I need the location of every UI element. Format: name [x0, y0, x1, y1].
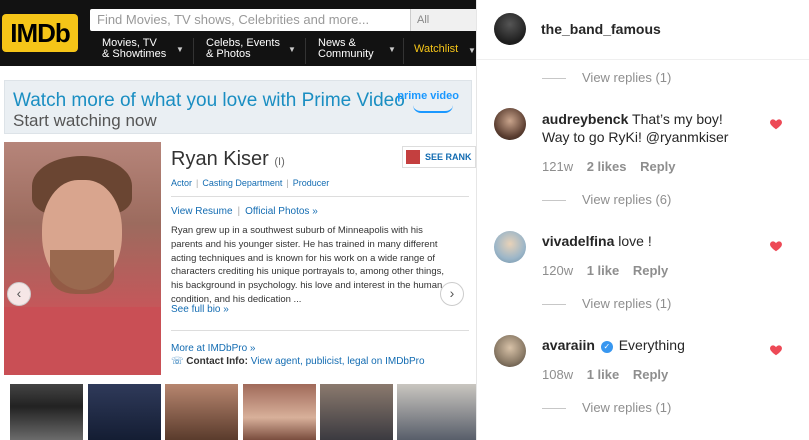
view-replies-button[interactable]: View replies (1) [542, 70, 671, 85]
person-name-text: Ryan Kiser [171, 148, 269, 170]
prime-video-logo: prime video [397, 90, 459, 102]
search-category-select[interactable]: All [410, 9, 476, 31]
see-full-bio-link[interactable]: See full bio » [171, 304, 229, 315]
view-resume-link[interactable]: View Resume [171, 206, 233, 217]
view-replies-label: View replies (1) [582, 70, 672, 85]
phone-icon: ☏ [171, 356, 184, 367]
avatar[interactable] [494, 13, 526, 45]
photo-thumbnail[interactable] [320, 384, 393, 440]
comment-likes-button[interactable]: 1 like [587, 367, 620, 382]
chevron-down-icon: ▼ [468, 46, 476, 55]
view-replies-label: View replies (1) [582, 400, 672, 415]
contact-info: ☏ Contact Info: View agent, publicist, l… [171, 356, 425, 367]
reply-line-divider [542, 200, 566, 202]
nav-celebs-events[interactable]: Celebs, Events & Photos ▼ [194, 38, 306, 64]
comment-text: That’s my boy! [632, 111, 723, 127]
reply-button[interactable]: Reply [640, 159, 675, 174]
view-replies-button[interactable]: View replies (6) [542, 192, 671, 207]
view-replies-label: View replies (1) [582, 296, 672, 311]
photo-thumbnail[interactable] [397, 384, 476, 440]
view-replies-button[interactable]: View replies (1) [542, 296, 671, 311]
photo-beard-shape [50, 250, 114, 294]
instagram-comments-panel: the_band_famous View replies (1) audreyb… [476, 0, 809, 440]
comment-meta: 108w 1 like Reply [542, 367, 668, 382]
divider [171, 196, 469, 197]
avatar[interactable] [494, 231, 526, 263]
carousel-prev-button[interactable]: ‹ [7, 282, 31, 306]
photo-thumbnail[interactable] [10, 384, 83, 440]
photo-shirt-shape [4, 307, 161, 375]
see-rank-label: SEE RANK [425, 152, 472, 162]
official-photos-link[interactable]: Official Photos » [245, 206, 318, 217]
prime-banner-cta: Start watching now [13, 111, 157, 130]
avatar[interactable] [494, 108, 526, 140]
comment-text: Way to go RyKi! @ryanmkiser [542, 129, 729, 145]
person-name: Ryan Kiser (I) [171, 148, 285, 171]
post-header: the_band_famous [477, 0, 809, 60]
contact-label: Contact Info: [186, 356, 248, 367]
photo-thumbnail[interactable] [243, 384, 316, 440]
view-replies-button[interactable]: View replies (1) [542, 400, 671, 415]
comment-username[interactable]: audreybenck [542, 111, 628, 127]
role-link[interactable]: Casting Department [202, 178, 282, 188]
divider [171, 330, 469, 331]
reply-line-divider [542, 78, 566, 80]
nav-watchlist[interactable]: Watchlist ▼ [404, 38, 476, 64]
chart-icon [406, 150, 420, 164]
comment-likes-button[interactable]: 1 like [587, 263, 620, 278]
comment-age: 121w [542, 159, 574, 174]
role-link[interactable]: Producer [293, 178, 330, 188]
prime-banner-headline: Watch more of what you love with Prime V… [13, 90, 405, 111]
see-rank-button[interactable]: SEE RANK [402, 146, 476, 168]
reply-button[interactable]: Reply [633, 263, 668, 278]
heart-icon[interactable] [769, 239, 783, 253]
comment-likes-button[interactable]: 2 likes [587, 159, 627, 174]
post-author-username[interactable]: the_band_famous [541, 21, 661, 37]
comment-text: Everything [618, 337, 685, 353]
comment-body: vivadelfina love ! [542, 233, 652, 249]
comment-username[interactable]: vivadelfina [542, 233, 614, 249]
nav-movies-tv[interactable]: Movies, TV & Showtimes ▼ [90, 38, 194, 64]
photo-thumbnail[interactable] [88, 384, 161, 440]
contact-link[interactable]: View agent, publicist, legal on IMDbPro [251, 356, 425, 367]
comment-username[interactable]: avaraiin [542, 337, 595, 353]
view-replies-label: View replies (6) [582, 192, 672, 207]
heart-icon[interactable] [769, 343, 783, 357]
reply-button[interactable]: Reply [633, 367, 668, 382]
comment-meta: 120w 1 like Reply [542, 263, 668, 278]
role-link[interactable]: Actor [171, 178, 192, 188]
avatar[interactable] [494, 335, 526, 367]
comment-age: 108w [542, 367, 574, 382]
prime-smile-icon [413, 105, 453, 113]
profile-photo[interactable] [4, 142, 161, 375]
bio-text: Ryan grew up in a southwest suburb of Mi… [171, 225, 445, 305]
imdb-header: IMDb Find Movies, TV shows, Celebrities … [0, 0, 476, 66]
watchlist-label: Watchlist [414, 43, 459, 55]
search-input[interactable]: Find Movies, TV shows, Celebrities and m… [90, 9, 412, 31]
comment-body: avaraiin ✓ Everything [542, 337, 685, 353]
imdb-page: IMDb Find Movies, TV shows, Celebrities … [0, 0, 476, 440]
more-at-imdbpro-link[interactable]: More at IMDbPro » [171, 343, 255, 354]
verified-badge-icon: ✓ [600, 341, 613, 353]
person-name-suffix: (I) [274, 156, 285, 168]
heart-icon[interactable] [769, 117, 783, 131]
profile-links: View Resume | Official Photos » [171, 206, 318, 217]
comment-body: audreybenck That’s my boy! Way to go RyK… [542, 110, 742, 146]
chevron-down-icon: ▼ [288, 45, 296, 54]
chevron-down-icon: ▼ [388, 45, 396, 54]
comment-text: love ! [618, 233, 652, 249]
reply-line-divider [542, 408, 566, 410]
imdb-logo[interactable]: IMDb [2, 14, 78, 52]
prime-video-banner[interactable]: Watch more of what you love with Prime V… [4, 80, 472, 134]
roles-list: Actor | Casting Department | Producer [171, 178, 330, 188]
nav-news-community[interactable]: News & Community ▼ [306, 38, 404, 64]
photo-thumbnail[interactable] [165, 384, 238, 440]
chevron-down-icon: ▼ [176, 45, 184, 54]
reply-line-divider [542, 304, 566, 306]
comment-meta: 121w 2 likes Reply [542, 159, 676, 174]
comment-age: 120w [542, 263, 574, 278]
